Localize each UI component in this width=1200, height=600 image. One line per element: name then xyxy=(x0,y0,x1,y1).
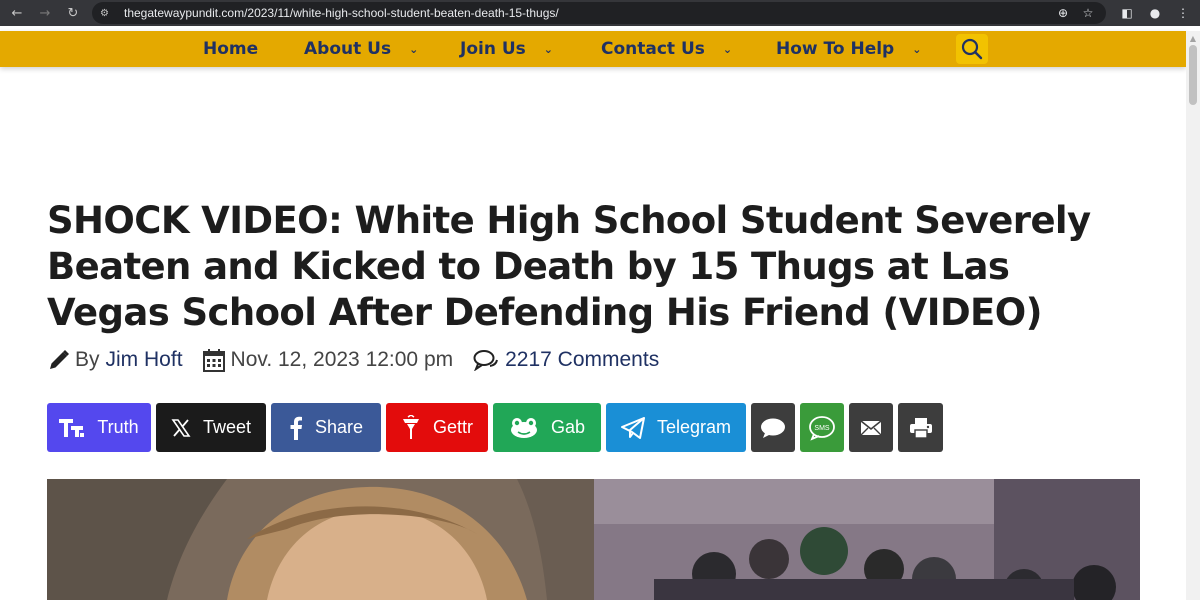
article-image-left xyxy=(47,479,594,600)
side-panel-icon[interactable]: ◧ xyxy=(1114,0,1140,26)
sms-text: SMS xyxy=(814,425,830,432)
truth-social-icon xyxy=(59,418,85,437)
author-link[interactable]: Jim Hoft xyxy=(106,348,183,372)
nav-item-how-to-help[interactable]: How To Help ⌄ xyxy=(776,31,921,67)
comments-icon xyxy=(473,349,499,371)
pencil-icon xyxy=(47,348,71,372)
print-icon xyxy=(909,417,932,439)
nav-item-about-us[interactable]: About Us ⌄ xyxy=(304,31,418,67)
comments-link[interactable]: 2217 Comments xyxy=(505,348,659,372)
article-title: SHOCK VIDEO: White High School Student S… xyxy=(47,199,1091,334)
nav-item-label: About Us xyxy=(304,39,392,59)
back-icon[interactable]: ← xyxy=(4,0,30,26)
share-label: Truth xyxy=(97,417,139,437)
scroll-up-arrow-icon[interactable]: ▲ xyxy=(1186,31,1200,45)
facebook-icon xyxy=(290,416,302,440)
nav-item-contact-us[interactable]: Contact Us ⌄ xyxy=(601,31,732,67)
site-navigation: Home About Us ⌄ Join Us ⌄ Contact Us ⌄ H… xyxy=(0,31,1186,67)
by-label: By xyxy=(75,348,100,371)
telegram-icon xyxy=(620,416,645,439)
sms-icon: SMS xyxy=(809,415,835,441)
chevron-down-icon: ⌄ xyxy=(409,42,419,56)
nav-item-join-us[interactable]: Join Us ⌄ xyxy=(460,31,553,67)
share-tweet-button[interactable]: Tweet xyxy=(156,403,266,452)
share-print-button[interactable] xyxy=(898,403,943,452)
x-icon xyxy=(171,418,191,437)
nav-item-label: How To Help xyxy=(776,39,895,59)
share-comment-button[interactable] xyxy=(751,403,795,452)
share-gettr-button[interactable]: Gettr xyxy=(386,403,488,452)
share-label: Gab xyxy=(550,417,586,437)
nav-item-label: Join Us xyxy=(460,39,526,59)
comment-icon xyxy=(761,418,785,438)
chevron-down-icon: ⌄ xyxy=(722,42,733,56)
share-sms-button[interactable]: SMS xyxy=(800,403,844,452)
gab-icon xyxy=(510,417,537,438)
share-label: Gettr xyxy=(432,417,473,437)
nav-item-home[interactable]: Home xyxy=(203,31,258,67)
article-image-right xyxy=(594,479,1140,600)
share-facebook-button[interactable]: Share xyxy=(271,403,381,452)
browser-toolbar: ← → ↻ ⚙ thegatewaypundit.com/2023/11/whi… xyxy=(0,0,1200,26)
gettr-icon xyxy=(402,414,419,439)
share-email-button[interactable] xyxy=(849,403,893,452)
page-scrollbar[interactable]: ▲ xyxy=(1186,31,1200,600)
share-gab-button[interactable]: Gab xyxy=(493,403,601,452)
bookmark-star-icon[interactable]: ☆ xyxy=(1077,2,1099,24)
share-truth-button[interactable]: Truth xyxy=(47,403,151,452)
address-bar[interactable]: ⚙ thegatewaypundit.com/2023/11/white-hig… xyxy=(92,2,1106,24)
share-label: Tweet xyxy=(202,417,252,437)
search-icon xyxy=(961,38,983,60)
search-button[interactable] xyxy=(956,34,988,64)
chevron-down-icon: ⌄ xyxy=(543,42,553,56)
chevron-down-icon: ⌄ xyxy=(912,42,922,56)
nav-item-label: Contact Us xyxy=(601,39,705,59)
scroll-thumb[interactable] xyxy=(1189,45,1197,105)
site-info-icon[interactable]: ⚙ xyxy=(100,8,116,19)
zoom-icon[interactable]: ⊕ xyxy=(1052,2,1074,24)
forward-icon[interactable]: → xyxy=(32,0,58,26)
share-label: Share xyxy=(314,417,364,437)
menu-kebab-icon[interactable]: ⋮ xyxy=(1170,0,1196,26)
article-meta: By Jim Hoft Nov. 12, 2023 12:00 pm 2217 … xyxy=(47,346,659,374)
share-telegram-button[interactable]: Telegram xyxy=(606,403,746,452)
nav-item-label: Home xyxy=(203,39,259,59)
email-icon xyxy=(860,419,882,435)
publish-date: Nov. 12, 2023 12:00 pm xyxy=(230,348,454,371)
share-label: Telegram xyxy=(656,417,732,437)
calendar-icon xyxy=(202,348,225,372)
address-url[interactable]: thegatewaypundit.com/2023/11/white-high-… xyxy=(124,6,559,20)
profile-icon[interactable]: ● xyxy=(1142,0,1168,26)
reload-icon[interactable]: ↻ xyxy=(60,0,86,26)
